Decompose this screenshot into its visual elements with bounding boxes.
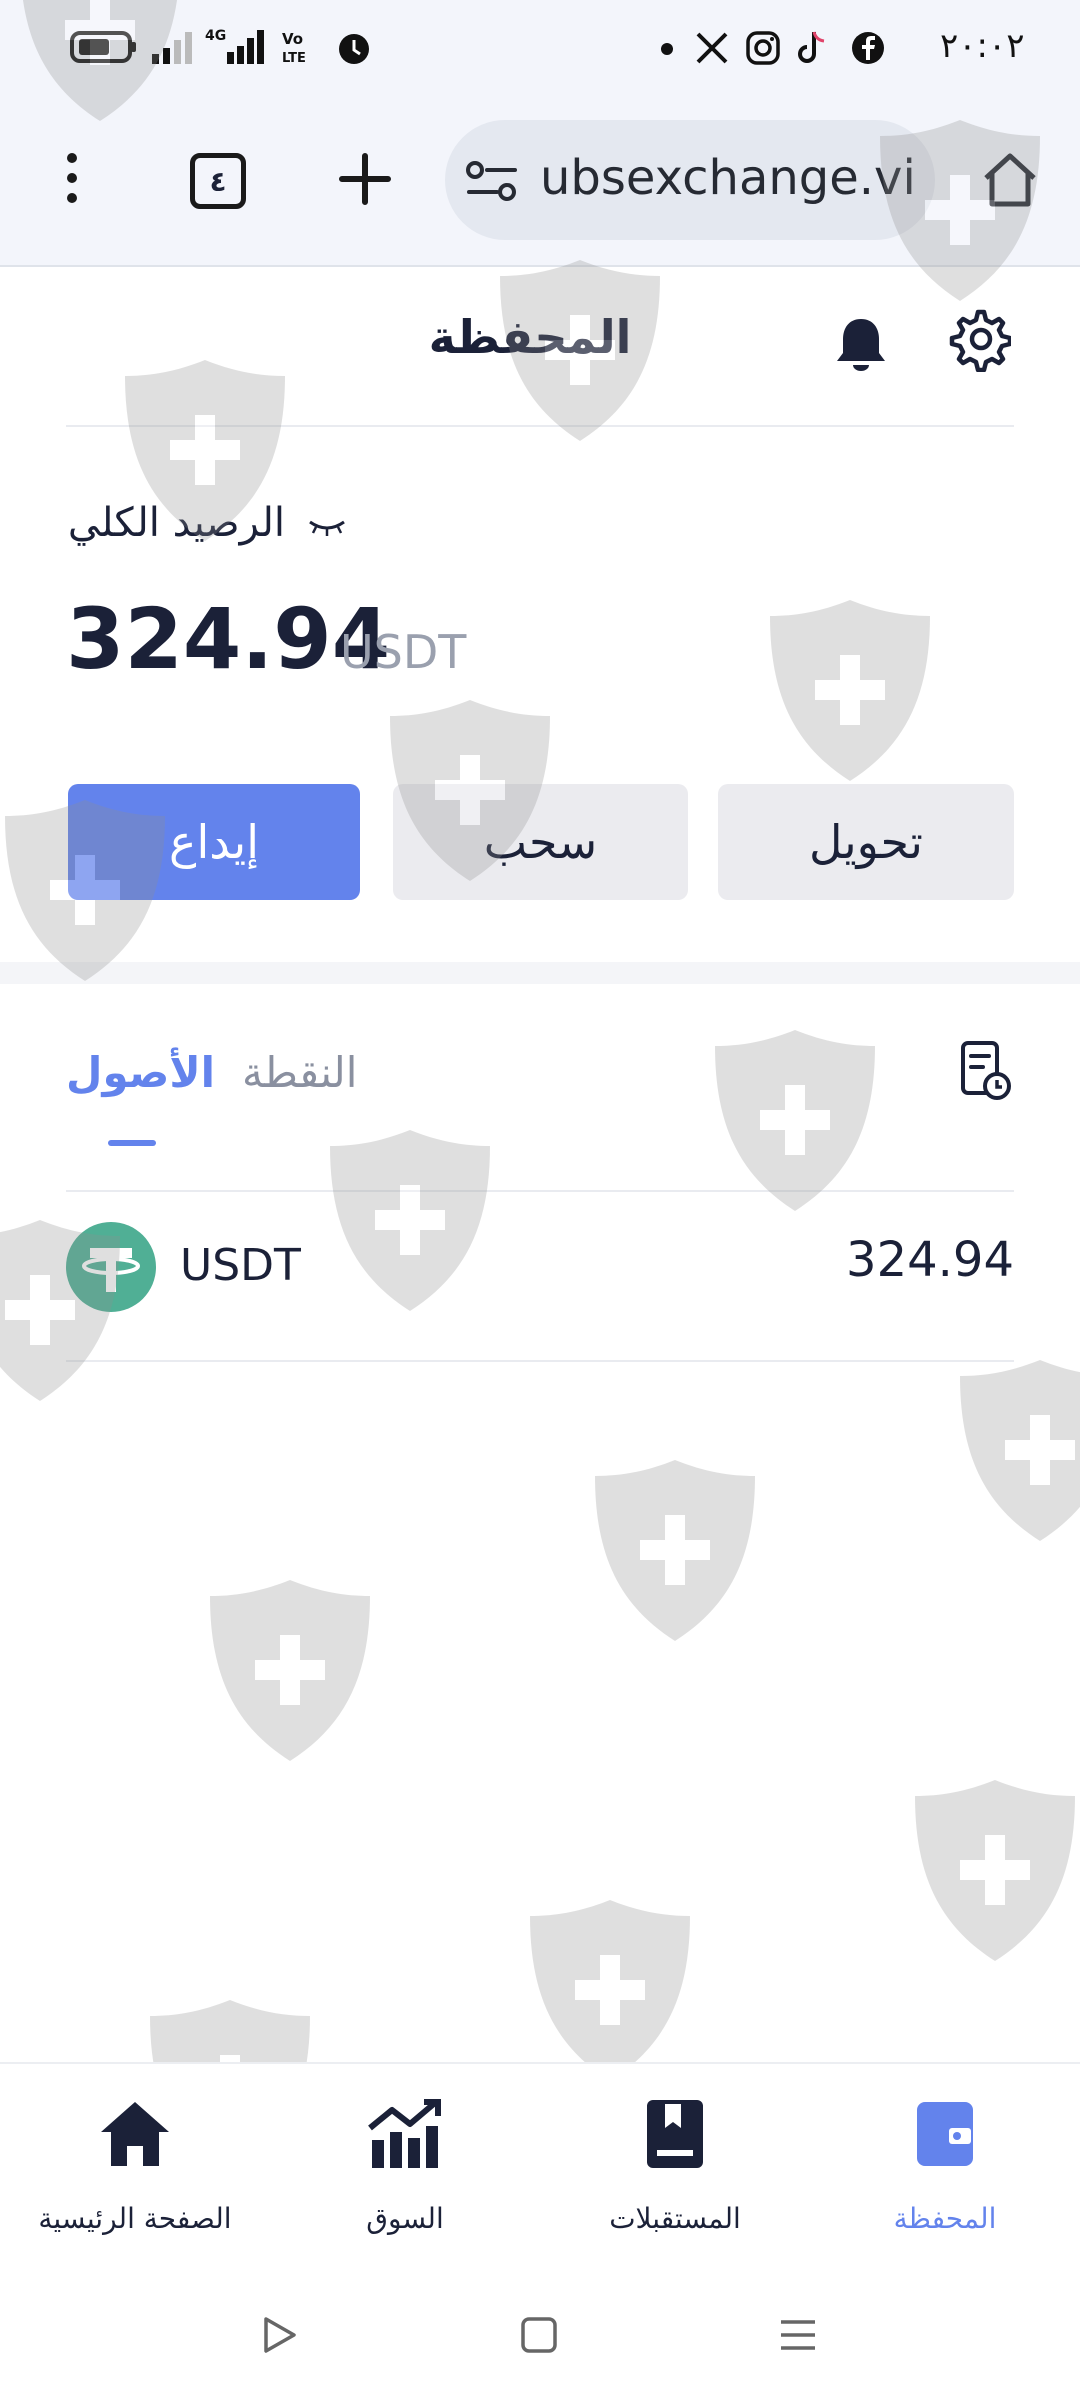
section-separator [0,962,1080,984]
notification-dot-icon [661,43,673,55]
hide-balance-eye-icon[interactable] [308,518,346,538]
instagram-icon [746,31,780,65]
signal-icon [152,32,192,64]
home-icon [101,2102,169,2166]
browser-menu-icon[interactable] [60,150,84,206]
total-balance-currency: USDT [340,625,467,679]
status-time: ٢٠:٠٢ [940,26,1025,66]
url-text[interactable]: ubsexchange.vip/ [540,150,915,206]
svg-text:Vo: Vo [282,30,303,48]
tab-assets[interactable]: الأصول [66,1048,215,1097]
deposit-button[interactable]: إيداع [68,784,360,900]
settings-gear-icon[interactable] [945,306,1011,372]
svg-text:4G: 4G [205,28,226,44]
alarm-icon [339,34,369,64]
tether-icon [66,1222,156,1312]
battery-icon [70,31,136,63]
status-bar: 4G Vo LTE ٢٠:٠٢ [0,0,1080,95]
active-tab-indicator [108,1140,156,1146]
signal-4g-icon: 4G [205,28,264,64]
asset-balance: 324.94 [846,1232,1014,1288]
page-title: المحفظة [428,310,632,364]
bell-icon[interactable] [835,315,887,375]
asset-symbol: USDT [180,1240,301,1291]
tab-switcher-button[interactable]: ٤ [190,153,246,209]
tabs-divider [66,1190,1014,1192]
transfer-button[interactable]: تحويل [718,784,1014,900]
header-divider [66,425,1014,427]
withdraw-button[interactable]: سحب [393,784,688,900]
nav-market-label: السوق [366,2202,444,2235]
tab-spot[interactable]: النقطة [242,1048,357,1097]
nav-home-label: الصفحة الرئيسية [38,2202,232,2235]
nav-wallet-label: المحفظة [893,2202,997,2235]
asset-row-divider [66,1360,1014,1362]
svg-text:LTE: LTE [282,51,306,66]
total-balance-label: الرصيد الكلي [67,500,285,546]
market-chart-icon [368,2099,441,2168]
nav-futures-label: المستقبلات [609,2202,741,2235]
facebook-icon [852,32,884,64]
home-browser-icon[interactable] [980,150,1040,208]
wallet-icon [917,2102,973,2166]
tab-count: ٤ [209,164,227,198]
back-triangle-icon[interactable] [262,2315,298,2355]
new-tab-icon[interactable] [338,152,392,206]
history-record-icon[interactable] [960,1040,1012,1102]
home-square-icon[interactable] [520,2316,558,2354]
tiktok-icon [798,31,825,63]
site-settings-icon[interactable] [465,158,519,204]
futures-book-icon [647,2100,703,2168]
recents-menu-icon[interactable] [778,2318,818,2352]
volte-icon: Vo LTE [282,30,306,66]
x-app-icon [696,32,728,64]
